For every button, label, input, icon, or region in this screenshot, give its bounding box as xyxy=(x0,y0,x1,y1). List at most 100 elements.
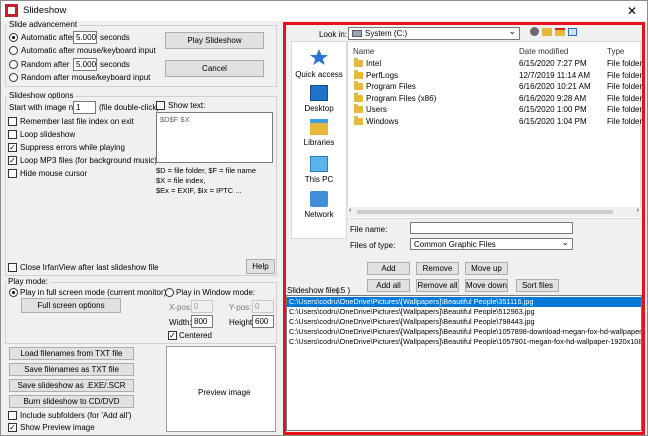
add-button[interactable]: Add xyxy=(367,262,410,275)
scroll-right-arrow[interactable]: › xyxy=(637,207,639,214)
look-in-select[interactable]: System (C:) xyxy=(348,26,520,40)
view-menu-icon[interactable] xyxy=(568,28,577,36)
horizontal-scrollbar[interactable]: ‹ › xyxy=(347,207,641,217)
new-folder-icon[interactable] xyxy=(555,28,565,36)
slideshow-file-item[interactable]: C:\Users\codru\OneDrive\Pictures\[Wallpa… xyxy=(287,297,641,307)
file-type: File folder xyxy=(607,70,643,80)
scroll-left-arrow[interactable]: ‹ xyxy=(349,207,351,214)
place-desktop[interactable]: Desktop xyxy=(291,85,347,113)
text-hint-2: $X = file index, xyxy=(156,176,206,185)
file-name-label: File name: xyxy=(350,225,388,234)
show-preview-checkbox[interactable]: ✓ xyxy=(8,423,17,432)
file-row[interactable]: PerfLogs 12/7/2019 11:14 AM File folder xyxy=(348,69,643,82)
ypos-input[interactable]: 0 xyxy=(252,300,274,313)
loop-mp3-label: Loop MP3 files (for background music) xyxy=(20,156,157,165)
include-subfolders-label: Include subfolders (for 'Add all') xyxy=(20,411,132,420)
slideshow-files-list[interactable]: C:\Users\codru\OneDrive\Pictures\[Wallpa… xyxy=(286,295,642,431)
column-name[interactable]: Name xyxy=(353,47,374,56)
file-row[interactable]: Intel 6/15/2020 7:27 PM File folder xyxy=(348,58,643,70)
start-with-hint: (file double-click) xyxy=(99,103,160,112)
height-input[interactable]: 600 xyxy=(252,315,274,328)
play-slideshow-button[interactable]: Play Slideshow xyxy=(165,32,264,49)
column-type[interactable]: Type xyxy=(607,47,624,56)
window-mode-label: Play in Window mode: xyxy=(176,288,256,297)
sort-files-button[interactable]: Sort files xyxy=(516,279,559,292)
file-name-input[interactable] xyxy=(410,222,573,234)
files-of-type-select[interactable]: Common Graphic Files xyxy=(410,237,573,250)
remember-index-checkbox[interactable] xyxy=(8,117,17,126)
close-icon[interactable]: ✕ xyxy=(617,1,647,21)
cancel-button[interactable]: Cancel xyxy=(165,60,264,77)
help-button[interactable]: Help xyxy=(246,259,275,274)
place-network[interactable]: Network xyxy=(291,191,347,219)
file-row[interactable]: Program Files (x86) 6/16/2020 9:28 AM File… xyxy=(348,92,642,105)
fullscreen-options-button[interactable]: Full screen options xyxy=(21,298,121,313)
load-txt-button[interactable]: Load filenames from TXT file xyxy=(9,347,134,360)
move-down-button[interactable]: Move down xyxy=(465,279,508,292)
add-all-button[interactable]: Add all xyxy=(367,279,410,292)
remove-button[interactable]: Remove xyxy=(416,262,459,275)
slideshow-file-item[interactable]: C:\Users\codru\OneDrive\Pictures\[Wallpa… xyxy=(287,337,641,347)
automatic-seconds-input[interactable]: 5.000 xyxy=(73,31,97,44)
place-this-pc[interactable]: This PC xyxy=(291,156,347,184)
file-name: Program Files xyxy=(366,82,416,92)
up-folder-icon[interactable] xyxy=(542,28,552,36)
file-row[interactable]: Users 6/15/2020 1:00 PM File folder xyxy=(348,104,642,116)
slideshow-file-item[interactable]: C:\Users\codru\OneDrive\Pictures\[Wallpa… xyxy=(287,317,641,327)
place-libraries[interactable]: Libraries xyxy=(291,119,347,147)
file-type: File folder xyxy=(607,59,643,68)
fullscreen-radio[interactable] xyxy=(9,288,18,297)
automatic-after-radio[interactable] xyxy=(9,33,18,42)
random-mouse-label: Random after mouse/keyboard input xyxy=(21,73,151,82)
column-date[interactable]: Date modified xyxy=(519,47,568,56)
close-after-checkbox[interactable] xyxy=(8,263,17,272)
place-label: Network xyxy=(304,210,334,219)
burn-button[interactable]: Burn slideshow to CD/DVD xyxy=(9,395,134,408)
file-row[interactable]: Windows 6/15/2020 1:04 PM File folder xyxy=(348,116,642,128)
title-bar: Slideshow ✕ xyxy=(1,1,647,21)
random-after-label: Random after xyxy=(21,60,70,69)
hide-cursor-checkbox[interactable] xyxy=(8,169,17,178)
random-seconds-input[interactable]: 5.000 xyxy=(73,58,97,71)
file-date: 6/15/2020 7:27 PM xyxy=(519,59,587,68)
width-input[interactable]: 800 xyxy=(191,315,213,328)
xpos-input[interactable]: 0 xyxy=(191,300,213,313)
show-text-checkbox[interactable] xyxy=(156,101,165,110)
look-in-value: System (C:) xyxy=(365,29,408,38)
remember-index-label: Remember last file index on exit xyxy=(20,117,134,126)
show-text-area[interactable]: $D$F $X xyxy=(156,112,273,163)
auto-mouse-radio[interactable] xyxy=(9,46,18,55)
include-subfolders-checkbox[interactable] xyxy=(8,411,17,420)
file-name: Windows xyxy=(366,117,399,126)
computer-icon xyxy=(310,156,328,172)
file-name: Users xyxy=(366,105,387,115)
slideshow-file-item[interactable]: C:\Users\codru\OneDrive\Pictures\[Wallpa… xyxy=(287,327,641,337)
file-row[interactable]: Program Files 6/16/2020 10:21 AM File fold… xyxy=(348,81,642,93)
suppress-errors-checkbox[interactable]: ✓ xyxy=(8,143,17,152)
loop-slideshow-checkbox[interactable] xyxy=(8,130,17,139)
random-after-radio[interactable] xyxy=(9,60,18,69)
loop-mp3-checkbox[interactable]: ✓ xyxy=(8,156,17,165)
save-txt-button[interactable]: Save filenames as TXT file xyxy=(9,363,134,376)
centered-checkbox[interactable]: ✓ xyxy=(168,331,177,340)
folder-icon xyxy=(354,81,363,91)
window-mode-radio[interactable] xyxy=(165,288,174,297)
slideshow-file-item[interactable]: C:\Users\codru\OneDrive\Pictures\[Wallpa… xyxy=(287,307,641,317)
start-with-input[interactable]: 1 xyxy=(73,101,96,114)
text-hint-1: $D = file folder, $F = file name xyxy=(156,166,257,175)
move-up-button[interactable]: Move up xyxy=(465,262,508,275)
back-icon[interactable] xyxy=(530,27,539,36)
save-exe-button[interactable]: Save slideshow as .EXE/.SCR xyxy=(9,379,134,392)
fullscreen-label: Play in full screen mode (current monito… xyxy=(20,288,167,297)
auto-mouse-label: Automatic after mouse/keyboard input xyxy=(21,46,156,55)
automatic-seconds-unit: seconds xyxy=(100,33,130,42)
width-label: Width: xyxy=(169,318,192,327)
slideshow-window: Slideshow ✕ Slide advancement Automatic … xyxy=(0,0,648,436)
random-mouse-radio[interactable] xyxy=(9,73,18,82)
folder-icon xyxy=(354,58,363,67)
remove-all-button[interactable]: Remove all xyxy=(416,279,459,292)
preview-image-box: Preview image xyxy=(166,346,276,432)
file-name: Intel xyxy=(366,59,382,68)
scroll-thumb[interactable] xyxy=(357,210,613,214)
place-quick-access[interactable]: Quick access xyxy=(291,49,347,79)
